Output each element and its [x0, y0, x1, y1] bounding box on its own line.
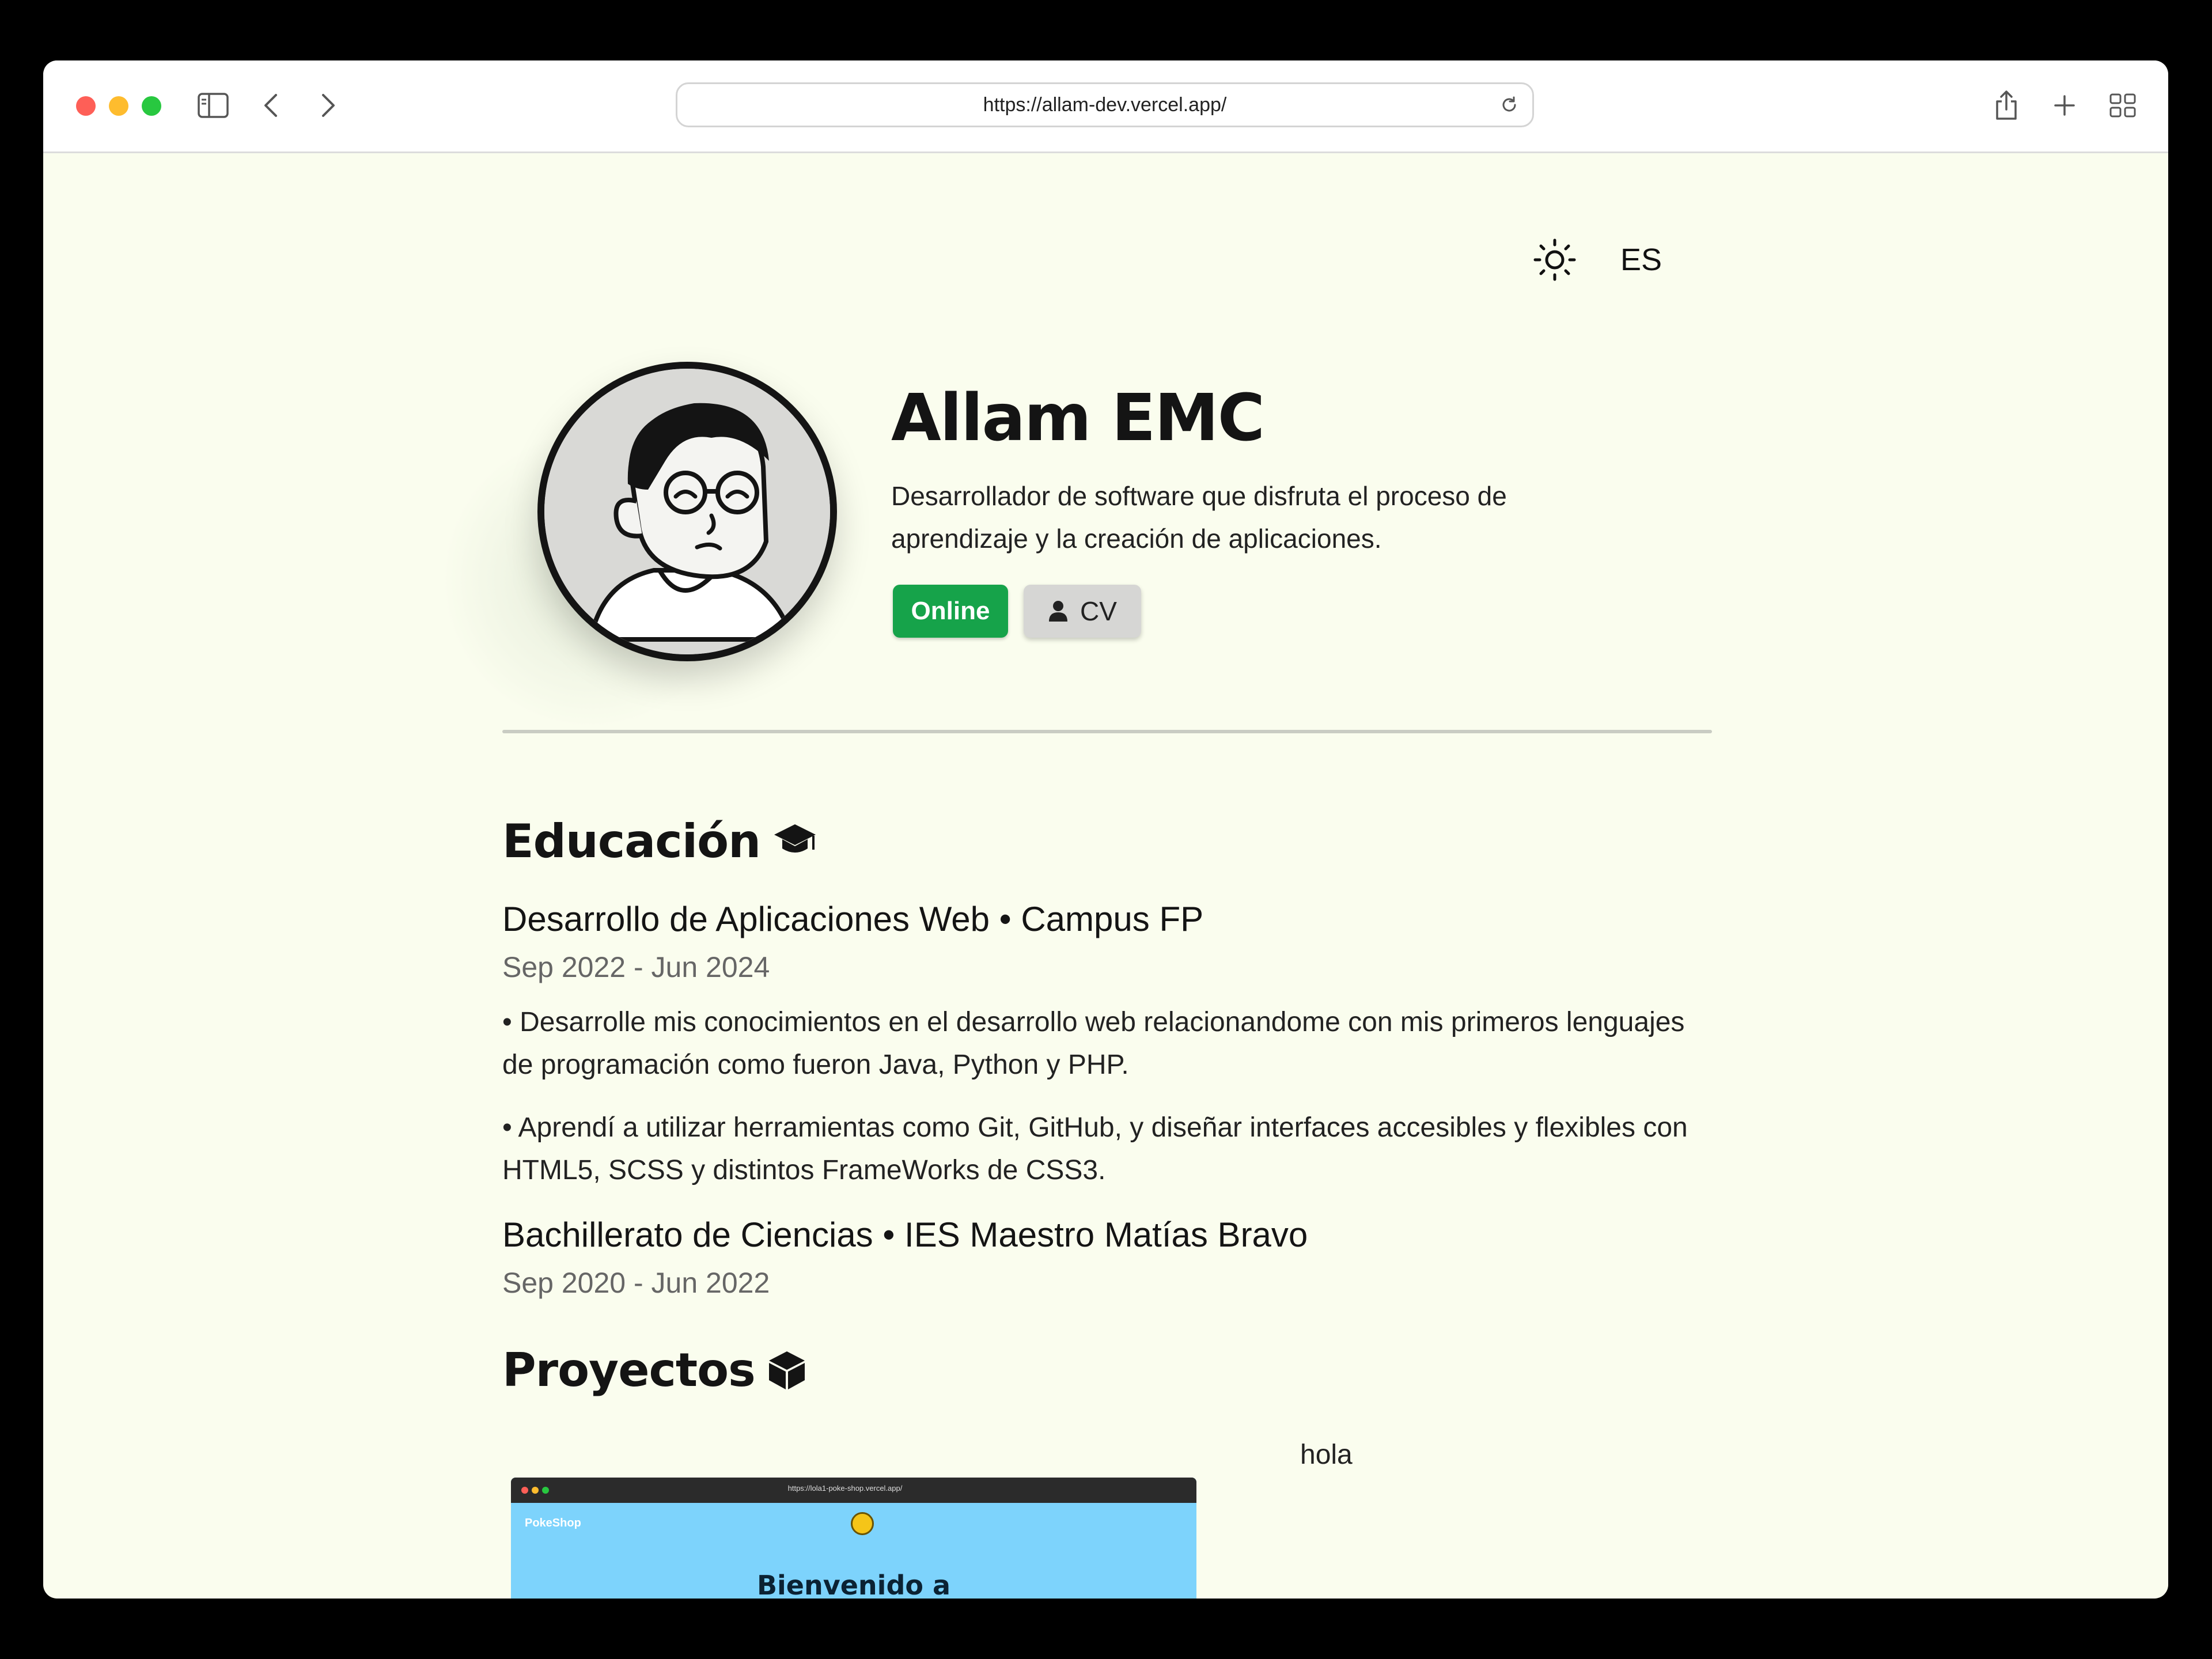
theme-toggle-button[interactable]: [1532, 237, 1578, 283]
user-icon: [1049, 601, 1068, 622]
status-badge: Online: [893, 585, 1008, 638]
project-screenshot[interactable]: https://lola1-poke-shop.vercel.app/ Poke…: [511, 1478, 1196, 1599]
graduation-cap-icon: [774, 824, 816, 853]
pokeball-logo-icon: [851, 1512, 874, 1535]
education-heading-label: Educación: [502, 815, 761, 868]
screenshot-browser-bar: https://lola1-poke-shop.vercel.app/: [511, 1478, 1196, 1503]
browser-window: https://allam-dev.vercel.app/ ES Allam E…: [43, 60, 2168, 1599]
profile-tagline: Desarrollador de software que disfruta e…: [891, 481, 1507, 554]
screenshot-brand: PokeShop: [525, 1517, 581, 1529]
education-item-dates: Sep 2022 - Jun 2024: [502, 951, 770, 983]
cube-icon: [768, 1351, 805, 1389]
projects-heading-label: Proyectos: [502, 1343, 756, 1397]
education-item-dates: Sep 2020 - Jun 2022: [502, 1267, 770, 1299]
sidebar-toggle-icon[interactable]: [196, 88, 230, 123]
screenshot-maximize-dot: [542, 1487, 549, 1494]
education-item-bullet: • Aprendí a utilizar herramientas como G…: [502, 1112, 1688, 1185]
screenshot-welcome: Bienvenido a: [756, 1570, 951, 1599]
screenshot-close-dot: [521, 1487, 528, 1494]
avatar: [537, 362, 837, 661]
back-icon[interactable]: [253, 88, 288, 123]
sun-icon: [1533, 238, 1576, 281]
forward-icon[interactable]: [311, 88, 346, 123]
project-title[interactable]: hola: [1300, 1435, 1353, 1475]
reload-icon[interactable]: [1500, 96, 1518, 116]
cv-button[interactable]: CV: [1024, 585, 1141, 638]
new-tab-icon[interactable]: [2047, 88, 2082, 123]
address-bar[interactable]: https://allam-dev.vercel.app/: [676, 82, 1534, 127]
education-item-title: Desarrollo de Aplicaciones Web • Campus …: [502, 900, 1204, 938]
maximize-window-button[interactable]: [142, 96, 161, 116]
tab-overview-icon[interactable]: [2105, 88, 2140, 123]
close-window-button[interactable]: [76, 96, 96, 116]
education-item-title: Bachillerato de Ciencias • IES Maestro M…: [502, 1215, 1308, 1254]
minimize-window-button[interactable]: [109, 96, 128, 116]
page-content: ES Allam EMC Desarrollador de software q…: [43, 153, 2168, 1599]
profile-name: Allam EMC: [891, 381, 1265, 456]
address-bar-url[interactable]: https://allam-dev.vercel.app/: [677, 84, 1532, 126]
projects-heading: Proyectos: [502, 1339, 806, 1402]
cv-button-label: CV: [1080, 596, 1117, 626]
screenshot-minimize-dot: [532, 1487, 539, 1494]
language-toggle[interactable]: ES: [1620, 240, 1662, 280]
education-heading: Educación: [502, 810, 817, 873]
education-item-bullet: • Desarrolle mis conocimientos en el des…: [502, 1007, 1685, 1080]
share-icon[interactable]: [1989, 88, 2024, 123]
divider: [502, 730, 1712, 733]
screenshot-url: https://lola1-poke-shop.vercel.app/: [787, 1484, 903, 1493]
browser-toolbar: https://allam-dev.vercel.app/: [43, 60, 2168, 153]
